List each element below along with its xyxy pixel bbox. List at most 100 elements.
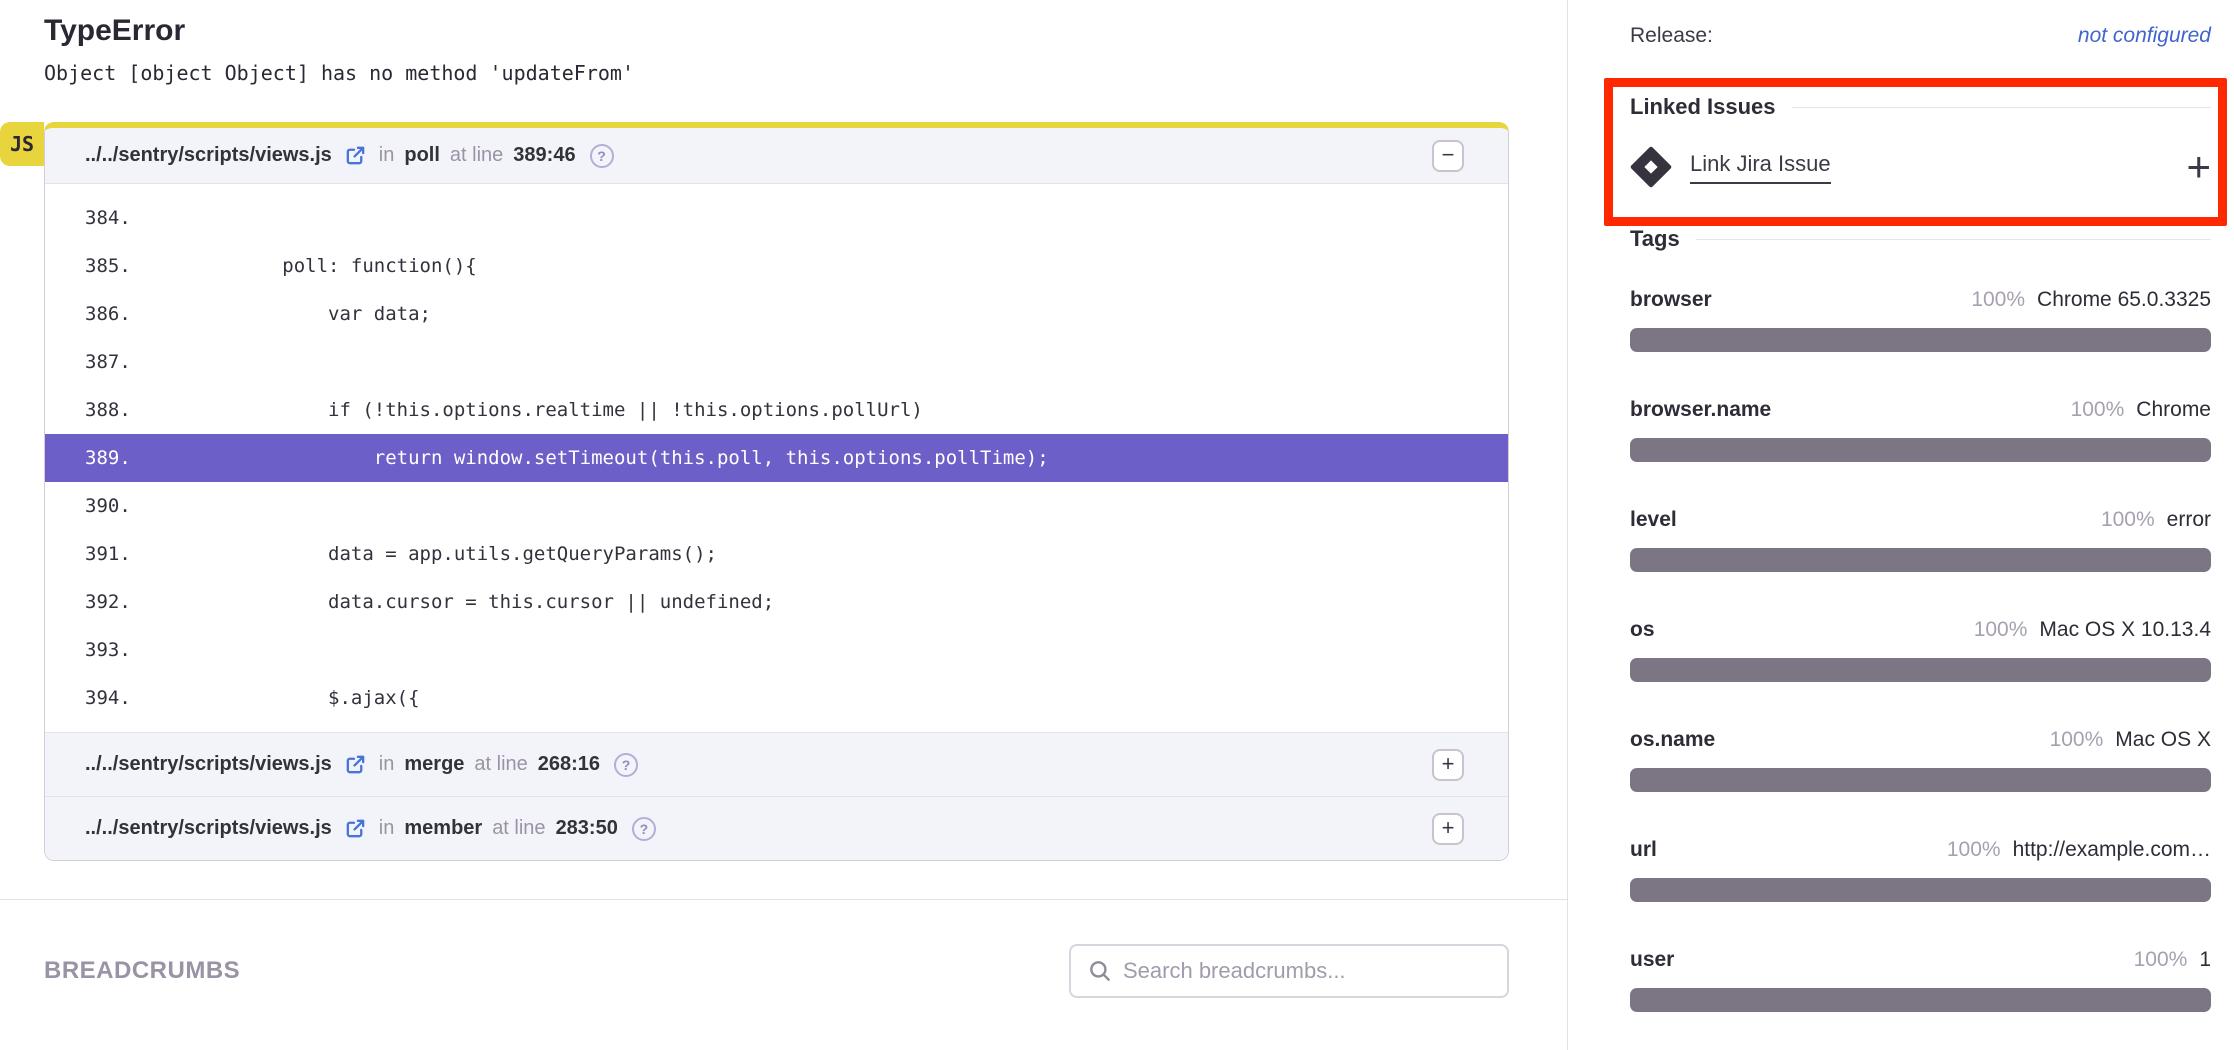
tag-row-header: level 100%error [1630,508,2211,532]
tag-distribution-bar [1630,878,2211,902]
tag-distribution-bar [1630,438,2211,462]
linked-issues-heading: Linked Issues [1630,94,2211,120]
code-line: 391. data = app.utils.getQueryParams(); [45,530,1508,578]
link-jira-issue-row: Link Jira Issue + [1630,146,2211,188]
frame-line-number: 283:50 [556,817,618,840]
breadcrumbs-search[interactable] [1069,944,1509,998]
jira-icon [1630,146,1672,188]
collapse-frame-button[interactable]: − [1432,140,1464,172]
tag-row-header: os.name 100%Mac OS X [1630,728,2211,752]
tag-row-user: user 100%1 [1630,948,2211,1012]
release-label: Release: [1630,24,1713,48]
linked-issues-title: Linked Issues [1630,94,1776,120]
platform-badge-js: JS [0,122,44,166]
error-message: Object [object Object] has no method 'up… [44,61,1509,85]
code-line: 392. data.cursor = this.cursor || undefi… [45,578,1508,626]
tag-name: browser [1630,288,1712,312]
frame-at-line-label: at line [492,817,545,840]
tag-summary: 100%1 [2134,948,2211,972]
tag-percent: 100% [2071,398,2125,422]
code-line-text: poll: function(){ [145,255,477,277]
code-line-number: 392. [45,591,145,613]
tag-row-level: level 100%error [1630,508,2211,572]
frame-in-label: in [379,817,395,840]
add-linked-issue-button[interactable]: + [2186,146,2211,188]
stack-frame-header-poll[interactable]: ../../sentry/scripts/views.js in poll at… [45,128,1508,184]
code-line-number: 388. [45,399,145,421]
code-line-number: 391. [45,543,145,565]
help-icon[interactable]: ? [632,817,656,841]
tag-percent: 100% [1974,618,2028,642]
tag-row-header: user 100%1 [1630,948,2211,972]
tag-value: Mac OS X [2115,728,2211,752]
linked-issues-section: Linked Issues Link Jira Issue + [1630,94,2211,188]
tag-summary: 100%Chrome 65.0.3325 [1971,288,2211,312]
tag-name: level [1630,508,1677,532]
tag-name: os.name [1630,728,1715,752]
tag-distribution-bar [1630,768,2211,792]
event-main-column: TypeError Object [object Object] has no … [0,0,1568,1050]
stacktrace-section: JS ../../sentry/scripts/views.js in poll… [44,122,1509,861]
tag-value: Mac OS X 10.13.4 [2039,618,2211,642]
stack-frame-header-member[interactable]: ../../sentry/scripts/views.js in member … [45,796,1508,860]
tag-summary: 100% Mac OS X 10.13.4 [1974,618,2211,642]
tag-percent: 100% [1971,288,2025,312]
tag-row-header: os 100% Mac OS X 10.13.4 [1630,618,2211,642]
tag-row-header: url 100% http://example.com… [1630,838,2211,862]
tag-distribution-bar [1630,988,2211,1012]
tag-percent: 100% [1947,838,2001,862]
breadcrumbs-search-input[interactable] [1123,958,1491,984]
tag-row-header: browser.name100%Chrome [1630,398,2211,422]
help-icon[interactable]: ? [590,144,614,168]
code-line-text: return window.setTimeout(this.poll, this… [145,447,1049,469]
code-line: 390. [45,482,1508,530]
stack-frame-header-merge[interactable]: ../../sentry/scripts/views.js in merge a… [45,732,1508,796]
frame-function-name: member [404,817,482,840]
code-line: 384. [45,194,1508,242]
external-link-icon[interactable] [344,753,367,776]
tag-summary: 100%Mac OS X [2050,728,2211,752]
code-line: 387. [45,338,1508,386]
tag-name: user [1630,948,1674,972]
tag-row-browser.name: browser.name100%Chrome [1630,398,2211,462]
frame-function-name: poll [404,144,440,167]
tag-name: browser.name [1630,398,1771,422]
search-icon [1087,958,1113,984]
code-line-number: 384. [45,207,145,229]
tag-summary: 100% http://example.com… [1947,838,2211,862]
release-row: Release: not configured [1630,24,2211,48]
external-link-icon[interactable] [344,817,367,840]
release-not-configured-link[interactable]: not configured [2078,24,2211,48]
tag-name: url [1630,838,1657,862]
external-link-icon[interactable] [344,144,367,167]
tag-row-url: url 100% http://example.com… [1630,838,2211,902]
breadcrumbs-title: BREADCRUMBS [44,957,240,985]
code-line: 393. [45,626,1508,674]
tag-summary: 100%error [2101,508,2211,532]
frame-at-line-label: at line [450,144,503,167]
frame-function-name: merge [404,753,464,776]
code-line: 388. if (!this.options.realtime || !this… [45,386,1508,434]
tag-distribution-bar [1630,548,2211,572]
frame-in-label: in [379,753,395,776]
expand-frame-button[interactable]: + [1432,813,1464,845]
frame-in-label: in [379,144,395,167]
error-type-title: TypeError [44,14,1509,48]
stacktrace-panel: ../../sentry/scripts/views.js in poll at… [44,122,1509,861]
tag-row-os: os 100% Mac OS X 10.13.4 [1630,618,2211,682]
tags-section: Tags browser 100%Chrome 65.0.3325 browser.… [1630,226,2211,1012]
code-line-text: data.cursor = this.cursor || undefined; [145,591,774,613]
tag-distribution-bar [1630,658,2211,682]
code-line-number: 387. [45,351,145,373]
help-icon[interactable]: ? [614,753,638,777]
code-line-text: var data; [145,303,431,325]
link-jira-issue-link[interactable]: Link Jira Issue [1690,151,1831,184]
tag-value: http://example.com… [2013,838,2211,862]
code-line: 386. var data; [45,290,1508,338]
code-line: 385. poll: function(){ [45,242,1508,290]
expand-frame-button[interactable]: + [1432,749,1464,781]
breadcrumbs-header: BREADCRUMBS [44,944,1509,998]
tag-name: os [1630,618,1655,642]
tags-title: Tags [1630,226,1680,252]
tag-row-os.name: os.name 100%Mac OS X [1630,728,2211,792]
